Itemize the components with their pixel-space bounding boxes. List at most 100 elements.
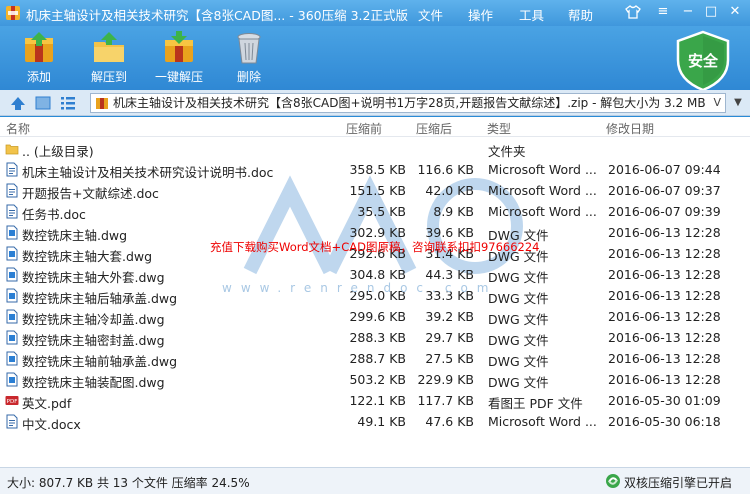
doc-icon [5,204,19,219]
file-type: Microsoft Word ... [488,183,597,198]
file-size: 304.8 KB [349,267,406,282]
watermark-url-text: www.renrendoc.com [222,281,498,295]
app-logo-icon [6,6,20,20]
menu-help[interactable]: 帮助 [568,5,593,24]
file-packed-size: 229.9 KB [417,372,474,387]
dwg-icon [5,372,19,387]
file-modified-date: 2016-06-13 12:28 [608,309,721,324]
column-header: 名称 压缩前 压缩后 类型 修改日期 [0,117,750,137]
title-bar: 机床主轴设计及相关技术研究【含8张CAD图... - 360压缩 3.2正式版 … [0,0,750,26]
file-size: 302.9 KB [349,225,406,240]
file-row[interactable]: 中文.docx 49.1 KB 47.6 KB Microsoft Word ... 2… [0,411,750,432]
file-name: 数控铣床主轴装配图.dwg [22,375,165,390]
file-size: 299.6 KB [349,309,406,324]
extract-folder-icon [94,32,124,62]
file-packed-size: 117.7 KB [417,393,474,408]
file-packed-size: 39.2 KB [425,309,474,324]
promo-watermark-text: 充值下载购买Word文档+CAD图原稿，咨询联系扣扣97666224 [210,240,540,254]
column-modified[interactable]: 修改日期 [606,120,654,137]
folder-icon [5,141,19,156]
column-name[interactable]: 名称 [6,120,30,137]
file-name: 任务书.doc [22,207,86,222]
extract-to-button[interactable]: 解压到 [74,30,144,85]
delete-label: 删除 [236,70,261,84]
file-list: 名称 压缩前 压缩后 类型 修改日期 .. (上级目录) 文件夹 机床主轴设计及相关… [0,117,750,467]
engine-status[interactable]: 双核压缩引擎已开启 [624,474,732,491]
toolbar: 添加 解压到 一键解压 删除 [0,26,750,90]
menu-tools[interactable]: 工具 [519,5,544,24]
menu-dropdown-icon[interactable]: ≡ [652,2,674,22]
file-modified-date: 2016-06-07 09:44 [608,162,721,177]
file-row[interactable]: 开题报告+文献综述.doc 151.5 KB 42.0 KB Microsoft Wo… [0,180,750,201]
column-packed[interactable]: 压缩后 [416,120,452,137]
file-size: 288.7 KB [349,351,406,366]
address-dropdown-icon[interactable]: ▼ [729,94,747,112]
file-name: .. (上级目录) [22,144,94,159]
file-row[interactable]: 机床主轴设计及相关技术研究设计说明书.doc 358.5 KB 116.6 KB Mi… [0,159,750,180]
file-size: 35.5 KB [357,204,406,219]
up-arrow-icon[interactable] [9,94,27,112]
file-modified-date: 2016-06-13 12:28 [608,372,721,387]
file-modified-date: 2016-06-13 12:28 [608,267,721,282]
add-archive-icon [25,32,53,62]
trash-icon [237,33,261,64]
doc-icon [5,414,19,429]
file-modified-date: 2016-06-13 12:28 [608,330,721,345]
file-packed-size: 8.9 KB [433,204,474,219]
file-modified-date: 2016-06-07 09:37 [608,183,721,198]
file-type: 文件夹 [488,144,526,159]
file-name: 开题报告+文献综述.doc [22,186,159,201]
doc-icon [5,162,19,177]
column-type[interactable]: 类型 [487,120,511,137]
file-size: 49.1 KB [357,414,406,429]
file-row[interactable]: 任务书.doc 35.5 KB 8.9 KB Microsoft Word ... 20… [0,201,750,222]
address-bar: 机床主轴设计及相关技术研究【含8张CAD图+说明书1万字28页,开题报告文献综述… [0,90,750,116]
minimize-icon[interactable]: − [677,2,699,22]
add-label: 添加 [26,70,51,84]
file-row[interactable]: 数控铣床主轴冷却盖.dwg 299.6 KB 39.2 KB DWG 文件 2016-0… [0,306,750,327]
file-size: 122.1 KB [349,393,406,408]
address-history-chevron-icon[interactable]: V [713,94,721,112]
file-row[interactable]: 数控铣床主轴前轴承盖.dwg 288.7 KB 27.5 KB DWG 文件 2016-… [0,348,750,369]
one-click-extract-button[interactable]: 一键解压 [144,30,214,85]
column-size[interactable]: 压缩前 [346,120,382,137]
file-row[interactable]: PDF 英文.pdf 122.1 KB 117.7 KB 看图王 PDF 文件 2016-… [0,390,750,411]
delete-button[interactable]: 删除 [214,30,284,85]
file-row[interactable]: 数控铣床主轴密封盖.dwg 288.3 KB 29.7 KB DWG 文件 2016-0… [0,327,750,348]
dual-core-engine-icon [606,474,620,488]
svg-text:PDF: PDF [7,399,18,405]
file-name: 数控铣床主轴前轴承盖.dwg [22,354,178,369]
thumbnail-view-icon[interactable] [34,94,52,112]
doc-icon [5,183,19,198]
file-type: Microsoft Word ... [488,204,597,219]
add-button[interactable]: 添加 [4,30,74,85]
file-packed-size: 42.0 KB [425,183,474,198]
file-name: 数控铣床主轴.dwg [22,228,128,243]
file-packed-size: 44.3 KB [425,267,474,282]
list-view-icon[interactable] [59,94,77,112]
file-row[interactable]: 数控铣床主轴装配图.dwg 503.2 KB 229.9 KB DWG 文件 2016-… [0,369,750,390]
extract-to-label: 解压到 [90,70,127,84]
address-path-field[interactable]: 机床主轴设计及相关技术研究【含8张CAD图+说明书1万字28页,开题报告文献综述… [90,93,726,113]
file-modified-date: 2016-06-07 09:39 [608,204,721,219]
skin-shirt-icon[interactable] [622,2,644,22]
dwg-icon [5,246,19,261]
menu-file[interactable]: 文件 [418,5,443,24]
file-size: 288.3 KB [349,330,406,345]
close-icon[interactable]: ✕ [724,2,746,22]
file-packed-size: 27.5 KB [425,351,474,366]
status-bar: 大小: 807.7 KB 共 13 个文件 压缩率 24.5% 双核压缩引擎已开… [0,467,750,494]
address-path-text: 机床主轴设计及相关技术研究【含8张CAD图+说明书1万字28页,开题报告文献综述… [113,96,706,110]
window-title: 机床主轴设计及相关技术研究【含8张CAD图... - 360压缩 3.2正式版 [26,8,408,23]
menu-operation[interactable]: 操作 [468,5,493,24]
file-name: 英文.pdf [22,396,72,411]
file-type: DWG 文件 [488,333,549,348]
dwg-icon [5,351,19,366]
maximize-icon[interactable]: □ [700,2,722,22]
file-size: 151.5 KB [349,183,406,198]
file-type: 看图王 PDF 文件 [488,396,583,411]
parent-directory-row[interactable]: .. (上级目录) 文件夹 [0,138,750,159]
file-modified-date: 2016-05-30 06:18 [608,414,721,429]
file-packed-size: 116.6 KB [417,162,474,177]
security-shield-badge[interactable]: 安全 [674,30,732,92]
